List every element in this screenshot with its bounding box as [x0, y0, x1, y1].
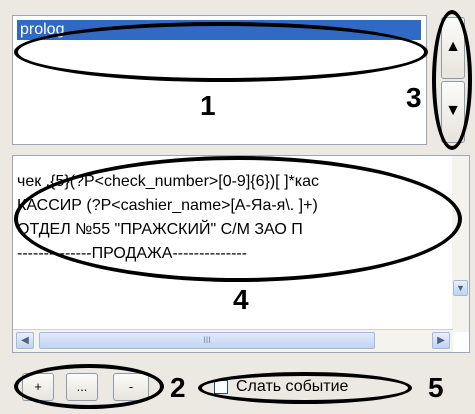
- scrollbar-thumb[interactable]: III: [39, 332, 375, 349]
- edit-button[interactable]: ...: [66, 373, 98, 401]
- move-up-button[interactable]: ▲: [441, 17, 465, 79]
- callout-number: 2: [170, 372, 186, 403]
- callout-number: 4: [233, 284, 249, 315]
- script-text-area[interactable]: чек .{5}(?P<check_number>[0-9]{6})[ ]*ка…: [12, 155, 470, 353]
- horizontal-scrollbar[interactable]: ◀ III ▶: [13, 329, 453, 352]
- scroll-left-arrow-icon[interactable]: ◀: [16, 332, 34, 349]
- callout-number: 5: [428, 372, 444, 403]
- send-event-checkbox[interactable]: [214, 380, 228, 394]
- move-down-button[interactable]: ▼: [441, 81, 465, 143]
- scroll-right-arrow-icon[interactable]: ▶: [432, 332, 450, 349]
- script-text: чек .{5}(?P<check_number>[0-9]{6})[ ]*ка…: [17, 170, 467, 266]
- script-line: КАССИР (?P<cashier_name>[А-Яа-я\. ]+): [17, 197, 318, 214]
- script-line: --------------ПРОДАЖА--------------: [17, 245, 248, 262]
- settings-panel: prolog ▲ ▼ чек .{5}(?P<check_number>[0-9…: [0, 0, 475, 414]
- updown-buttons: ▲ ▼: [437, 15, 469, 147]
- remove-button[interactable]: -: [113, 373, 149, 401]
- list-item-selected[interactable]: prolog: [17, 20, 421, 40]
- callout-number: 3: [406, 82, 422, 113]
- list-box[interactable]: prolog: [12, 15, 427, 145]
- add-button[interactable]: +: [22, 373, 54, 401]
- vertical-scrollbar[interactable]: ▼: [452, 156, 469, 332]
- script-line: чек .{5}(?P<check_number>[0-9]{6})[ ]*ка…: [17, 173, 319, 190]
- scroll-down-arrow-icon[interactable]: ▼: [453, 280, 468, 296]
- script-line: ОТДЕЛ №55 "ПРАЖСКИЙ" С/М ЗАО П: [17, 221, 303, 238]
- callout-number: 1: [200, 90, 216, 121]
- send-event-checkbox-row[interactable]: Слать событие: [214, 374, 348, 400]
- send-event-label: Слать событие: [236, 378, 349, 395]
